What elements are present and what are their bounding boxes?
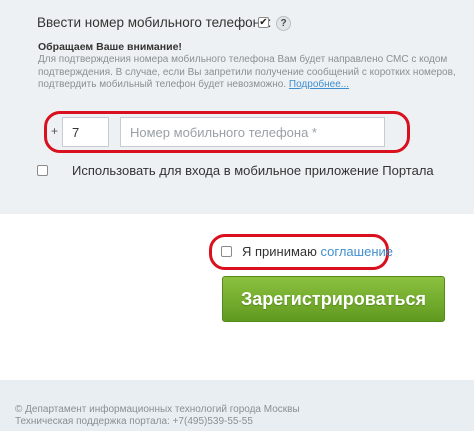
- country-code-input[interactable]: 7: [62, 117, 109, 147]
- notice-title: Обращаем Ваше внимание!: [38, 41, 182, 53]
- footer-copyright: © Департамент информационных технологий …: [15, 404, 300, 415]
- phone-number-input[interactable]: Номер мобильного телефона *: [120, 117, 385, 147]
- agreement-link[interactable]: соглашение: [321, 244, 393, 259]
- more-info-link[interactable]: Подробнее...: [289, 79, 349, 90]
- agreement-text: Я принимаю соглашение: [242, 244, 393, 259]
- mobile-phone-checkbox[interactable]: ✔: [258, 17, 269, 28]
- mobile-phone-panel: [0, 0, 474, 214]
- notice-body: Для подтверждения номера мобильного теле…: [38, 54, 456, 90]
- mobile-phone-label: Ввести номер мобильного телефона:: [37, 15, 272, 30]
- app-login-label: Использовать для входа в мобильное прило…: [72, 163, 434, 178]
- agreement-checkbox[interactable]: [221, 246, 232, 257]
- app-login-checkbox[interactable]: [37, 165, 48, 176]
- help-icon[interactable]: ?: [276, 16, 291, 31]
- plus-sign: +: [51, 124, 59, 138]
- agreement-prefix: Я принимаю: [242, 244, 321, 259]
- notice-text: Для подтверждения номера мобильного теле…: [38, 54, 458, 92]
- register-button[interactable]: Зарегистрироваться: [222, 276, 445, 322]
- footer-support: Техническая поддержка портала: +7(495)53…: [15, 416, 253, 427]
